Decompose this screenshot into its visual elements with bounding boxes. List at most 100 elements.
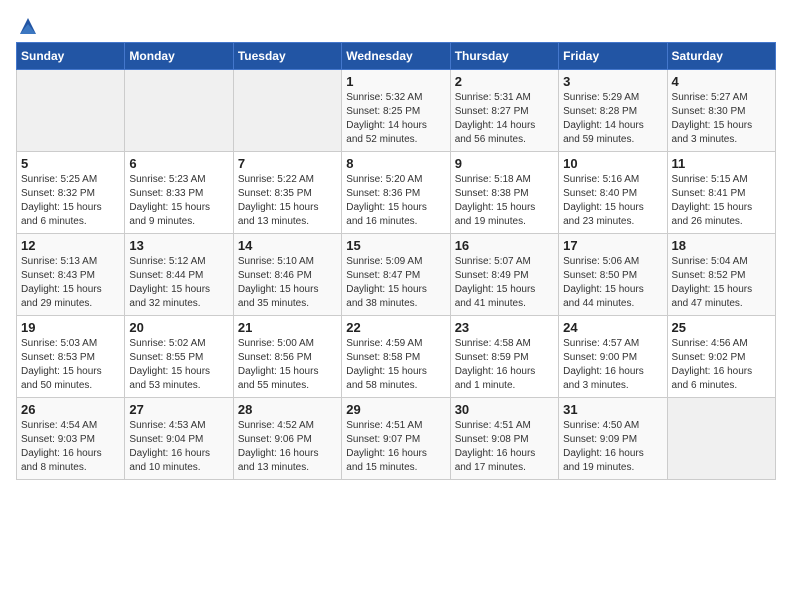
calendar-cell: 5 Sunrise: 5:25 AMSunset: 8:32 PMDaylight… (17, 152, 125, 234)
logo-icon (18, 16, 38, 36)
calendar-cell: 28 Sunrise: 4:52 AMSunset: 9:06 PMDayligh… (233, 398, 341, 480)
day-number: 22 (346, 320, 445, 335)
day-number: 19 (21, 320, 120, 335)
calendar-cell (17, 70, 125, 152)
day-number: 7 (238, 156, 337, 171)
day-info: Sunrise: 5:15 AMSunset: 8:41 PMDaylight:… (672, 173, 771, 229)
day-info: Sunrise: 5:00 AMSunset: 8:56 PMDaylight:… (238, 337, 337, 393)
day-number: 24 (563, 320, 662, 335)
calendar-cell: 20 Sunrise: 5:02 AMSunset: 8:55 PMDayligh… (125, 316, 233, 398)
day-number: 5 (21, 156, 120, 171)
day-number: 2 (455, 74, 554, 89)
calendar-cell: 1 Sunrise: 5:32 AMSunset: 8:25 PMDaylight… (342, 70, 450, 152)
calendar-cell: 19 Sunrise: 5:03 AMSunset: 8:53 PMDayligh… (17, 316, 125, 398)
weekday-header-row: SundayMondayTuesdayWednesdayThursdayFrid… (17, 43, 776, 70)
calendar-table: SundayMondayTuesdayWednesdayThursdayFrid… (16, 42, 776, 480)
day-info: Sunrise: 5:13 AMSunset: 8:43 PMDaylight:… (21, 255, 120, 311)
calendar-cell: 21Sunrise: 5:00 AMSunset: 8:56 PMDayligh… (233, 316, 341, 398)
day-number: 20 (129, 320, 228, 335)
day-number: 11 (672, 156, 771, 171)
day-info: Sunrise: 5:09 AMSunset: 8:47 PMDaylight:… (346, 255, 445, 311)
day-info: Sunrise: 5:32 AMSunset: 8:25 PMDaylight:… (346, 91, 445, 147)
calendar-cell (233, 70, 341, 152)
logo (16, 16, 38, 34)
calendar-cell: 16Sunrise: 5:07 AMSunset: 8:49 PMDayligh… (450, 234, 558, 316)
weekday-header-saturday: Saturday (667, 43, 775, 70)
calendar-cell: 29 Sunrise: 4:51 AMSunset: 9:07 PMDayligh… (342, 398, 450, 480)
day-number: 4 (672, 74, 771, 89)
day-number: 10 (563, 156, 662, 171)
day-number: 3 (563, 74, 662, 89)
calendar-cell: 18Sunrise: 5:04 AMSunset: 8:52 PMDayligh… (667, 234, 775, 316)
calendar-cell: 22 Sunrise: 4:59 AMSunset: 8:58 PMDayligh… (342, 316, 450, 398)
day-number: 8 (346, 156, 445, 171)
day-info: Sunrise: 4:51 AMSunset: 9:07 PMDaylight:… (346, 419, 445, 475)
calendar-cell: 14Sunrise: 5:10 AMSunset: 8:46 PMDayligh… (233, 234, 341, 316)
day-info: Sunrise: 4:58 AMSunset: 8:59 PMDaylight:… (455, 337, 554, 393)
day-number: 26 (21, 402, 120, 417)
calendar-week-row: 1 Sunrise: 5:32 AMSunset: 8:25 PMDaylight… (17, 70, 776, 152)
day-info: Sunrise: 4:54 AMSunset: 9:03 PMDaylight:… (21, 419, 120, 475)
day-number: 12 (21, 238, 120, 253)
calendar-week-row: 26 Sunrise: 4:54 AMSunset: 9:03 PMDayligh… (17, 398, 776, 480)
calendar-cell: 30 Sunrise: 4:51 AMSunset: 9:08 PMDayligh… (450, 398, 558, 480)
day-info: Sunrise: 5:03 AMSunset: 8:53 PMDaylight:… (21, 337, 120, 393)
day-info: Sunrise: 5:20 AMSunset: 8:36 PMDaylight:… (346, 173, 445, 229)
calendar-cell: 13Sunrise: 5:12 AMSunset: 8:44 PMDayligh… (125, 234, 233, 316)
weekday-header-thursday: Thursday (450, 43, 558, 70)
calendar-cell: 26 Sunrise: 4:54 AMSunset: 9:03 PMDayligh… (17, 398, 125, 480)
day-info: Sunrise: 5:23 AMSunset: 8:33 PMDaylight:… (129, 173, 228, 229)
day-info: Sunrise: 4:59 AMSunset: 8:58 PMDaylight:… (346, 337, 445, 393)
day-info: Sunrise: 4:53 AMSunset: 9:04 PMDaylight:… (129, 419, 228, 475)
day-number: 23 (455, 320, 554, 335)
calendar-cell (125, 70, 233, 152)
day-number: 9 (455, 156, 554, 171)
calendar-cell: 10Sunrise: 5:16 AMSunset: 8:40 PMDayligh… (559, 152, 667, 234)
day-number: 27 (129, 402, 228, 417)
day-number: 29 (346, 402, 445, 417)
day-info: Sunrise: 5:22 AMSunset: 8:35 PMDaylight:… (238, 173, 337, 229)
day-number: 16 (455, 238, 554, 253)
day-info: Sunrise: 5:31 AMSunset: 8:27 PMDaylight:… (455, 91, 554, 147)
page-header (16, 16, 776, 34)
day-number: 18 (672, 238, 771, 253)
calendar-cell: 7 Sunrise: 5:22 AMSunset: 8:35 PMDaylight… (233, 152, 341, 234)
calendar-cell: 4 Sunrise: 5:27 AMSunset: 8:30 PMDaylight… (667, 70, 775, 152)
weekday-header-tuesday: Tuesday (233, 43, 341, 70)
calendar-week-row: 12 Sunrise: 5:13 AMSunset: 8:43 PMDayligh… (17, 234, 776, 316)
calendar-cell: 23 Sunrise: 4:58 AMSunset: 8:59 PMDayligh… (450, 316, 558, 398)
calendar-week-row: 19 Sunrise: 5:03 AMSunset: 8:53 PMDayligh… (17, 316, 776, 398)
calendar-cell: 25 Sunrise: 4:56 AMSunset: 9:02 PMDayligh… (667, 316, 775, 398)
day-number: 1 (346, 74, 445, 89)
day-info: Sunrise: 5:27 AMSunset: 8:30 PMDaylight:… (672, 91, 771, 147)
day-number: 15 (346, 238, 445, 253)
calendar-cell: 15 Sunrise: 5:09 AMSunset: 8:47 PMDayligh… (342, 234, 450, 316)
calendar-cell: 8 Sunrise: 5:20 AMSunset: 8:36 PMDaylight… (342, 152, 450, 234)
day-info: Sunrise: 5:06 AMSunset: 8:50 PMDaylight:… (563, 255, 662, 311)
calendar-cell: 31Sunrise: 4:50 AMSunset: 9:09 PMDayligh… (559, 398, 667, 480)
day-info: Sunrise: 4:56 AMSunset: 9:02 PMDaylight:… (672, 337, 771, 393)
day-number: 6 (129, 156, 228, 171)
calendar-cell: 27 Sunrise: 4:53 AMSunset: 9:04 PMDayligh… (125, 398, 233, 480)
day-info: Sunrise: 4:51 AMSunset: 9:08 PMDaylight:… (455, 419, 554, 475)
calendar-cell: 3Sunrise: 5:29 AMSunset: 8:28 PMDaylight… (559, 70, 667, 152)
day-info: Sunrise: 5:02 AMSunset: 8:55 PMDaylight:… (129, 337, 228, 393)
calendar-cell (667, 398, 775, 480)
day-number: 14 (238, 238, 337, 253)
day-info: Sunrise: 4:52 AMSunset: 9:06 PMDaylight:… (238, 419, 337, 475)
weekday-header-sunday: Sunday (17, 43, 125, 70)
logo-text (16, 16, 38, 36)
calendar-cell: 11 Sunrise: 5:15 AMSunset: 8:41 PMDayligh… (667, 152, 775, 234)
weekday-header-monday: Monday (125, 43, 233, 70)
calendar-cell: 2 Sunrise: 5:31 AMSunset: 8:27 PMDaylight… (450, 70, 558, 152)
calendar-week-row: 5 Sunrise: 5:25 AMSunset: 8:32 PMDaylight… (17, 152, 776, 234)
day-info: Sunrise: 5:25 AMSunset: 8:32 PMDaylight:… (21, 173, 120, 229)
day-number: 25 (672, 320, 771, 335)
day-number: 28 (238, 402, 337, 417)
calendar-cell: 17Sunrise: 5:06 AMSunset: 8:50 PMDayligh… (559, 234, 667, 316)
day-info: Sunrise: 5:12 AMSunset: 8:44 PMDaylight:… (129, 255, 228, 311)
day-number: 30 (455, 402, 554, 417)
calendar-cell: 12 Sunrise: 5:13 AMSunset: 8:43 PMDayligh… (17, 234, 125, 316)
day-info: Sunrise: 4:50 AMSunset: 9:09 PMDaylight:… (563, 419, 662, 475)
calendar-cell: 24Sunrise: 4:57 AMSunset: 9:00 PMDayligh… (559, 316, 667, 398)
